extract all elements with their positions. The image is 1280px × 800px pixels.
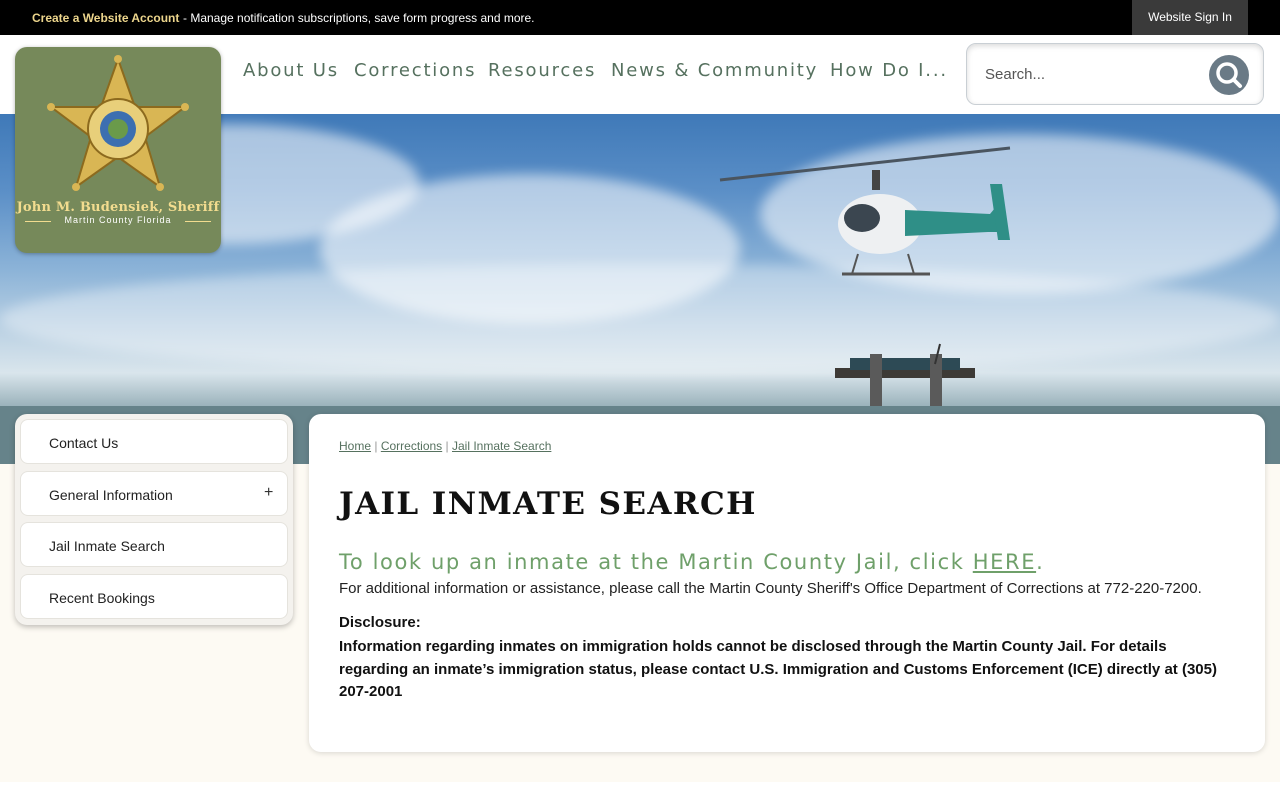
sidebar-item-label: Recent Bookings [49, 590, 155, 606]
search-button[interactable] [1209, 55, 1249, 95]
sidebar-item-label: Contact Us [49, 435, 119, 451]
breadcrumb-home[interactable]: Home [339, 439, 371, 453]
account-benefits-text: - Manage notification subscriptions, sav… [183, 11, 535, 25]
sidebar-item-jail-inmate-search[interactable]: Jail Inmate Search [20, 522, 288, 567]
sheriff-name: John M. Budensiek, Sheriff [16, 200, 220, 215]
top-bar: Create a Website Account - Manage notifi… [0, 0, 1280, 35]
breadcrumb-separator: | [374, 439, 378, 453]
sidebar-item-contact-us[interactable]: Contact Us [20, 419, 288, 464]
nav-news-community[interactable]: News & Community [611, 60, 818, 81]
nav-corrections[interactable]: Corrections [354, 60, 476, 81]
sheriff-logo[interactable]: John M. Budensiek, Sheriff Martin County… [15, 47, 221, 253]
breadcrumb: Home | Corrections | Jail Inmate Search [339, 439, 551, 453]
contact-info-text: For additional information or assistance… [339, 580, 1202, 597]
disclosure-heading: Disclosure: [339, 614, 421, 631]
search-icon [1216, 62, 1242, 88]
breadcrumb-separator: | [445, 439, 449, 453]
here-link[interactable]: HERE [973, 550, 1036, 574]
sidebar-item-label: General Information [49, 487, 173, 503]
footer-strip [0, 782, 1280, 800]
side-menu: Contact Us General Information + Jail In… [15, 414, 293, 625]
nav-about-us[interactable]: About Us [243, 60, 339, 81]
sidebar-item-general-information[interactable]: General Information + [20, 471, 288, 516]
nav-resources[interactable]: Resources [488, 60, 596, 81]
create-account-link[interactable]: Create a Website Account [32, 11, 179, 25]
lookup-text: To look up an inmate at the Martin Count… [339, 550, 973, 574]
sheriff-badge-icon [47, 55, 189, 191]
expand-plus-icon[interactable]: + [264, 484, 273, 502]
search-input[interactable] [985, 60, 1185, 88]
search-box [966, 43, 1264, 105]
page-title: JAIL INMATE SEARCH [339, 486, 757, 522]
sign-in-button[interactable]: Website Sign In [1132, 0, 1248, 35]
lookup-line: To look up an inmate at the Martin Count… [339, 550, 1044, 574]
breadcrumb-corrections[interactable]: Corrections [381, 439, 442, 453]
nav-how-do-i[interactable]: How Do I... [830, 60, 948, 81]
breadcrumb-current[interactable]: Jail Inmate Search [452, 439, 551, 453]
sidebar-item-label: Jail Inmate Search [49, 538, 165, 554]
lookup-period: . [1036, 550, 1045, 574]
sidebar-item-recent-bookings[interactable]: Recent Bookings [20, 574, 288, 619]
disclosure-text: Information regarding inmates on immigra… [339, 638, 1217, 700]
county-name: Martin County Florida [64, 215, 172, 225]
content-card: Home | Corrections | Jail Inmate Search … [309, 414, 1265, 752]
